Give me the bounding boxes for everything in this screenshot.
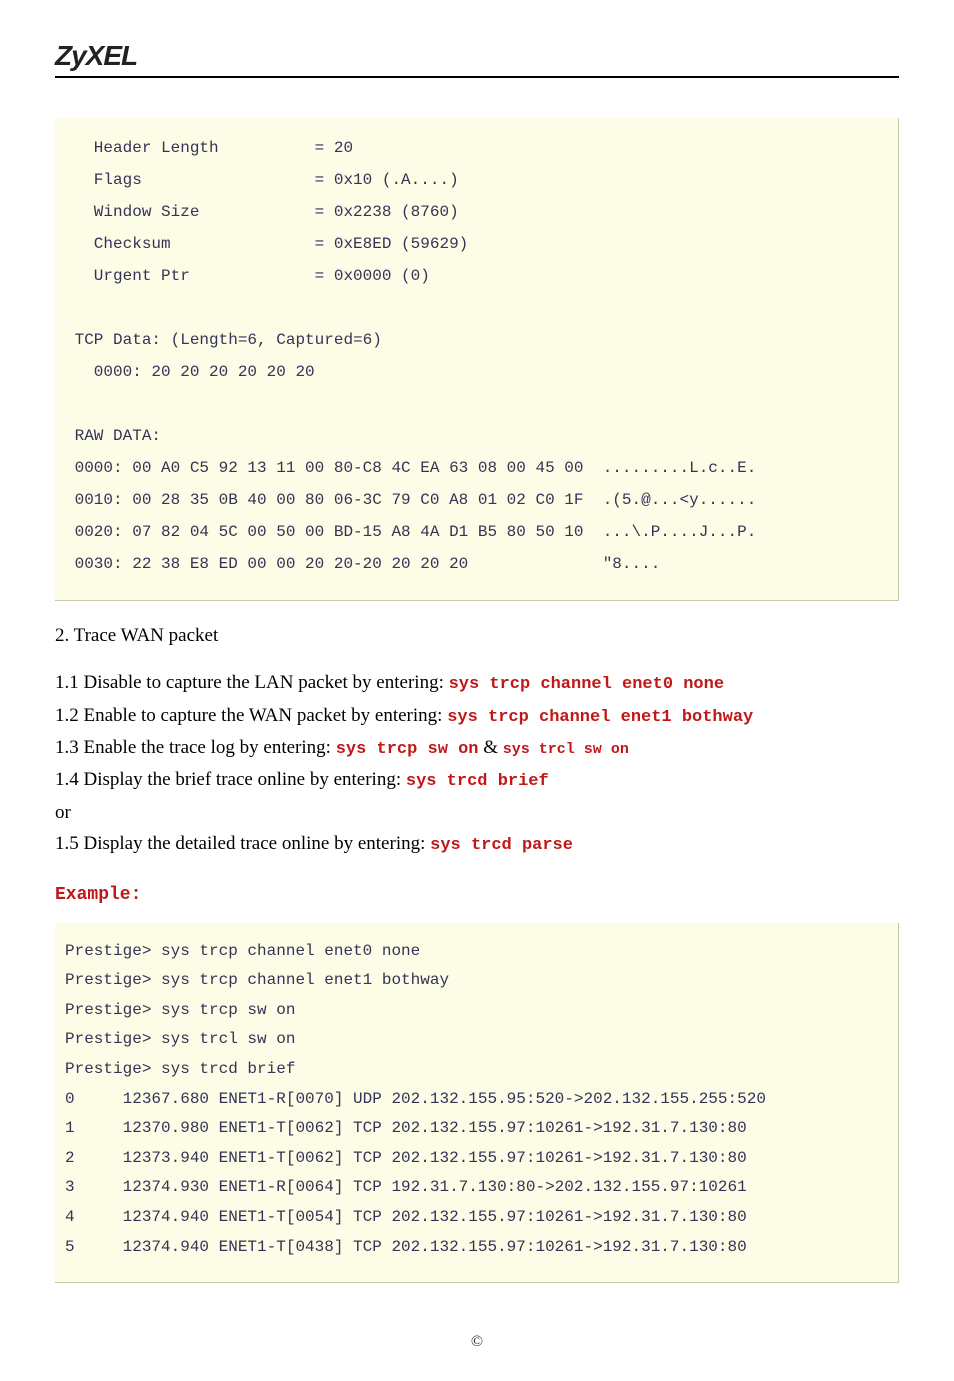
step-amp: & [479,737,503,758]
page-header: ZyXEL [55,40,899,78]
brand-logo: ZyXEL [55,40,137,71]
step-text: 1.2 Enable to capture the WAN packet by … [55,705,447,726]
page: ZyXEL Header Length = 20 Flags = 0x10 (.… [0,0,954,1381]
step-cmd-2: sys trcl sw on [503,741,629,758]
section-title: 2. Trace WAN packet [55,621,899,650]
step-cmd: sys trcp channel enet1 bothway [447,708,753,727]
step-text: 1.5 Display the detailed trace online by… [55,833,430,854]
step-cmd: sys trcp channel enet0 none [449,675,724,694]
section-trace-wan: 2. Trace WAN packet 1.1 Disable to captu… [55,621,899,860]
step-text: 1.1 Disable to capture the LAN packet by… [55,672,449,693]
step-cmd: sys trcd parse [430,836,573,855]
step-cmd: sys trcp sw on [336,740,479,759]
step-1-2: 1.2 Enable to capture the WAN packet by … [55,701,899,731]
step-1-5: 1.5 Display the detailed trace online by… [55,829,899,859]
code-block-example: Prestige> sys trcp channel enet0 none Pr… [55,923,899,1284]
step-1-1: 1.1 Disable to capture the LAN packet by… [55,668,899,698]
step-cmd: sys trcd brief [406,772,549,791]
page-footer: © [55,1333,899,1351]
step-1-4: 1.4 Display the brief trace online by en… [55,765,899,795]
step-text: 1.4 Display the brief trace online by en… [55,769,406,790]
example-label: Example: [55,885,899,905]
step-1-3: 1.3 Enable the trace log by entering: sy… [55,733,899,763]
step-text: 1.3 Enable the trace log by entering: [55,737,336,758]
code-block-tcp-dump: Header Length = 20 Flags = 0x10 (.A....)… [55,118,899,601]
step-or: or [55,798,899,827]
